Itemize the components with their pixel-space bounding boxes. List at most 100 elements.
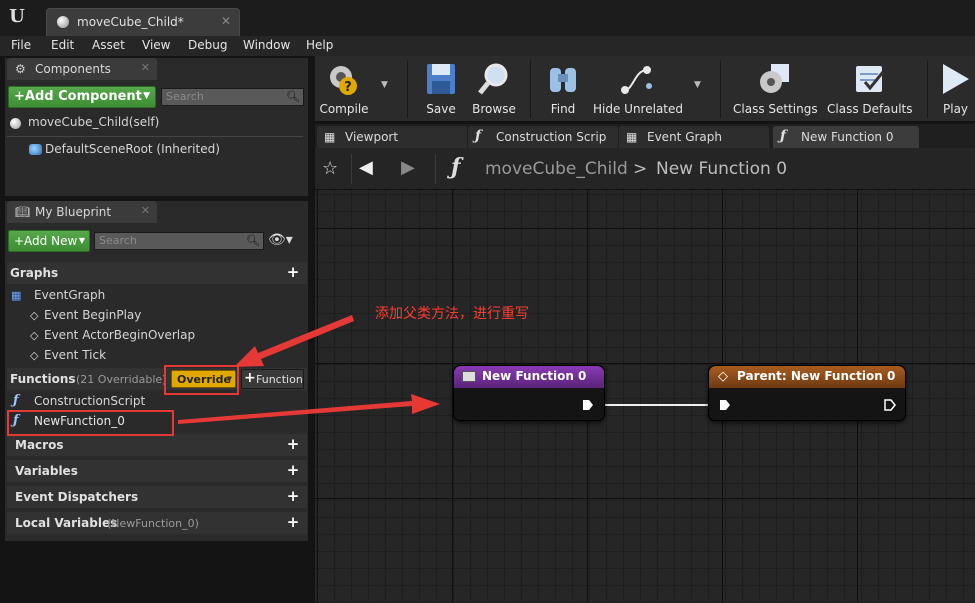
local-variables-label: Local Variables [15, 516, 118, 530]
component-self[interactable]: moveCube_Child(self) [28, 115, 159, 129]
class-settings-label: Class Settings [733, 102, 818, 116]
tab-viewport-label: Viewport [345, 130, 399, 144]
tab-viewport[interactable]: ▦ Viewport [317, 126, 467, 148]
event-tick[interactable]: Event Tick [44, 348, 106, 362]
find-label: Find [550, 102, 576, 116]
hide-unrelated-button[interactable]: Hide Unrelated [593, 56, 684, 122]
exec-output-pin[interactable] [884, 399, 896, 411]
function-construction-script[interactable]: ConstructionScript [34, 394, 145, 408]
annotation-override-box [164, 365, 239, 395]
hide-unrelated-label: Hide Unrelated [593, 102, 684, 116]
components-icon: ⚙ [15, 62, 26, 76]
local-variables-section[interactable]: Local Variables (NewFunction_0) + [7, 512, 307, 534]
back-arrow-icon[interactable]: ◀ [359, 157, 373, 178]
add-macro-icon[interactable]: + [286, 437, 300, 452]
my-blueprint-tab[interactable]: 📖︎ My Blueprint ✕ [7, 201, 157, 223]
divider [407, 60, 408, 118]
close-icon[interactable]: ✕ [141, 61, 150, 74]
function-icon: ƒ [780, 128, 787, 144]
menu-help[interactable]: Help [306, 38, 333, 52]
class-defaults-button[interactable]: Class Defaults [827, 56, 913, 122]
function-entry-node[interactable]: New Function 0 [453, 365, 605, 421]
divider [7, 136, 303, 137]
menu-window[interactable]: Window [243, 38, 290, 52]
compile-button[interactable]: ? Compile [315, 56, 373, 122]
add-function-button[interactable]: + Function [241, 369, 304, 389]
add-new-button[interactable]: +Add New ▼ [8, 230, 90, 252]
close-icon[interactable]: ✕ [141, 204, 150, 217]
event-graph-icon: ▦ [626, 130, 638, 144]
class-defaults-icon [856, 66, 885, 92]
add-component-label: +Add Component [14, 89, 142, 104]
tab-event-graph-label: Event Graph [647, 130, 722, 144]
menu-bar: File Edit Asset View Debug Window Help [0, 36, 975, 56]
menu-edit[interactable]: Edit [51, 38, 74, 52]
menu-view[interactable]: View [142, 38, 170, 52]
blueprint-search-input[interactable]: Search 🔍︎ [94, 232, 264, 250]
add-function-label: Function [256, 373, 303, 386]
variables-section[interactable]: Variables + [7, 460, 307, 482]
event-dispatchers-label: Event Dispatchers [15, 490, 139, 504]
graphs-section[interactable]: Graphs + [7, 262, 307, 284]
class-settings-button[interactable]: Class Settings [733, 56, 818, 122]
class-settings-icon [760, 64, 789, 93]
parent-function-node[interactable]: ◇ Parent: New Function 0 [708, 365, 906, 421]
event-icon: ◇ [30, 329, 39, 342]
find-button[interactable]: Find [537, 56, 589, 122]
compile-label: Compile [319, 102, 369, 116]
close-icon[interactable]: ✕ [221, 14, 231, 28]
forward-arrow-icon[interactable]: ▶ [401, 157, 415, 178]
annotation-label: 添加父类方法，进行重写 [375, 306, 529, 322]
menu-asset[interactable]: Asset [92, 38, 125, 52]
browse-button[interactable]: Browse [468, 56, 520, 122]
add-variable-icon[interactable]: + [286, 463, 300, 478]
event-actor-begin-overlap[interactable]: Event ActorBeginOverlap [44, 328, 195, 342]
menu-file[interactable]: File [11, 38, 31, 52]
breadcrumb-current: New Function 0 [656, 159, 788, 179]
document-tab[interactable]: moveCube_Child* ✕ [46, 8, 240, 36]
tab-event-graph[interactable]: ▦ Event Graph [619, 126, 769, 148]
menu-debug[interactable]: Debug [188, 38, 227, 52]
component-default-scene-root[interactable]: DefaultSceneRoot (Inherited) [45, 142, 220, 156]
tab-new-function-0[interactable]: ƒ New Function 0 [773, 126, 919, 148]
event-graph-item[interactable]: EventGraph [34, 288, 105, 302]
unreal-logo-icon: U [9, 6, 25, 27]
class-defaults-label: Class Defaults [827, 102, 913, 116]
annotation-function-box [7, 410, 174, 436]
breadcrumb: ☆ ◀ ▶ ƒ moveCube_Child > New Function 0 [315, 148, 975, 190]
add-local-variable-icon[interactable]: + [286, 515, 300, 530]
chevron-down-icon: ▼ [78, 236, 85, 245]
entry-node-icon [462, 371, 476, 382]
play-icon [943, 64, 969, 94]
event-icon: ◇ [30, 309, 39, 322]
chevron-down-icon: ▼ [143, 91, 150, 101]
tab-construction-script[interactable]: ƒ Construction Scrip [468, 126, 618, 148]
favorite-star-icon[interactable]: ☆ [322, 158, 338, 179]
chevron-down-icon[interactable]: ▼ [694, 80, 701, 90]
add-component-button[interactable]: +Add Component ▼ [8, 86, 156, 108]
components-tab[interactable]: ⚙ Components ✕ [7, 58, 157, 80]
eye-icon[interactable]: 👁︎▾ [268, 232, 293, 248]
title-bar: U moveCube_Child* ✕ [0, 0, 975, 36]
component-search-input[interactable]: Search 🔍︎ [161, 88, 304, 106]
play-button[interactable]: Play [935, 56, 975, 122]
exec-output-pin[interactable] [582, 399, 594, 411]
local-variables-scope: (NewFunction_0) [107, 517, 199, 530]
tab-new-function-label: New Function 0 [801, 130, 894, 144]
chevron-down-icon[interactable]: ▼ [381, 80, 388, 90]
scene-root-icon [29, 144, 42, 155]
add-graph-icon[interactable]: + [286, 265, 300, 280]
variables-label: Variables [15, 464, 78, 478]
event-begin-play[interactable]: Event BeginPlay [44, 308, 141, 322]
parent-node-title: Parent: New Function 0 [737, 369, 896, 383]
save-button[interactable]: Save [415, 56, 467, 122]
add-dispatcher-icon[interactable]: + [286, 489, 300, 504]
divider [351, 154, 352, 184]
search-icon: 🔍︎ [246, 234, 260, 247]
functions-overridable-count: (21 Overridable) [76, 373, 167, 386]
event-dispatchers-section[interactable]: Event Dispatchers + [7, 486, 307, 508]
tab-construction-label: Construction Scrip [496, 130, 607, 144]
exec-input-pin[interactable] [719, 399, 731, 411]
macros-section[interactable]: Macros + [7, 434, 307, 456]
breadcrumb-root[interactable]: moveCube_Child [485, 159, 628, 179]
